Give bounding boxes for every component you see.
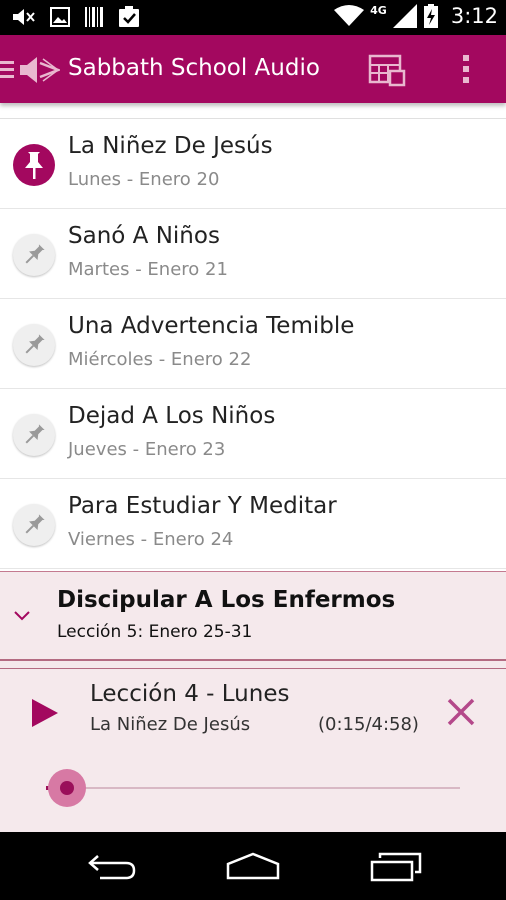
recents-icon[interactable] <box>370 852 422 882</box>
lesson-row[interactable]: Para Estudiar Y Meditar Viernes - Enero 2… <box>0 479 506 569</box>
wifi-icon <box>334 5 365 26</box>
lesson-title: Sanó A Niños <box>68 223 220 249</box>
lesson-title: Dejad A Los Niños <box>68 403 276 429</box>
lesson-row[interactable]: Sanó A Niños Martes - Enero 21 <box>0 209 506 299</box>
more-vert-icon[interactable] <box>454 51 478 87</box>
pin-icon <box>25 514 45 534</box>
group-subtitle: Lección 5: Enero 25-31 <box>57 622 253 642</box>
play-icon[interactable] <box>30 697 60 729</box>
speaker-logo-icon[interactable] <box>18 55 60 85</box>
pin-button[interactable] <box>13 324 55 366</box>
pin-icon <box>25 424 45 444</box>
lesson-title: Para Estudiar Y Meditar <box>68 493 337 519</box>
system-icons: 4G 3:12 <box>334 4 498 28</box>
lesson-date: Jueves - Enero 23 <box>68 439 226 460</box>
lesson-list: La Niñez De Jesús Lunes - Enero 20 Sanó A … <box>0 103 506 571</box>
lesson-date: Miércoles - Enero 22 <box>68 349 252 370</box>
app-bar: Sabbath School Audio <box>0 35 506 103</box>
image-icon <box>50 7 70 27</box>
lesson-title: Una Advertencia Temible <box>68 313 355 339</box>
clock: 3:12 <box>450 4 498 28</box>
lesson-row[interactable]: Dejad A Los Niños Jueves - Enero 23 <box>0 389 506 479</box>
clipboard-check-icon <box>119 6 139 27</box>
pin-button[interactable] <box>13 414 55 456</box>
barcode-icon <box>85 7 103 27</box>
lesson-date: Martes - Enero 21 <box>68 259 228 280</box>
navigation-bar <box>0 832 506 900</box>
player-time: (0:15/4:58) <box>318 714 419 735</box>
lesson-row[interactable]: La Niñez De Jesús Lunes - Enero 20 <box>0 119 506 209</box>
home-icon[interactable] <box>226 852 280 880</box>
pin-icon <box>25 244 45 264</box>
list-top-divider <box>0 103 506 119</box>
close-icon[interactable] <box>446 697 476 727</box>
lesson-group-header[interactable]: Discipular A Los Enfermos Lección 5: Ene… <box>0 571 506 661</box>
group-title: Discipular A Los Enfermos <box>57 587 396 613</box>
lesson-date: Lunes - Enero 20 <box>68 169 220 190</box>
notification-icons <box>12 6 140 28</box>
lesson-title: La Niñez De Jesús <box>68 133 273 159</box>
volume-mute-icon <box>13 9 35 25</box>
pin-button[interactable] <box>13 144 55 186</box>
battery-icon <box>423 4 438 28</box>
player-title: Lección 4 - Lunes <box>90 681 290 707</box>
player-track: La Niñez De Jesús <box>90 714 251 735</box>
calendar-icon[interactable] <box>368 53 408 89</box>
signal-icon <box>392 4 417 28</box>
pin-button[interactable] <box>13 504 55 546</box>
seek-bar[interactable] <box>46 769 460 807</box>
seek-track <box>46 787 460 789</box>
status-bar: 4G 3:12 <box>0 0 506 35</box>
lesson-row[interactable]: Una Advertencia Temible Miércoles - Enero… <box>0 299 506 389</box>
pin-icon <box>25 152 43 179</box>
pin-icon <box>25 334 45 354</box>
app-title: Sabbath School Audio <box>68 55 320 81</box>
pin-button[interactable] <box>13 234 55 276</box>
back-icon[interactable] <box>86 852 138 880</box>
menu-icon[interactable] <box>0 61 14 79</box>
audio-player: Lección 4 - Lunes La Niñez De Jesús (0:1… <box>0 669 506 832</box>
chevron-down-icon[interactable] <box>12 608 32 622</box>
group-separator <box>0 661 506 669</box>
seek-thumb[interactable] <box>60 781 74 795</box>
lesson-date: Viernes - Enero 24 <box>68 529 234 550</box>
network-type: 4G <box>370 3 387 17</box>
